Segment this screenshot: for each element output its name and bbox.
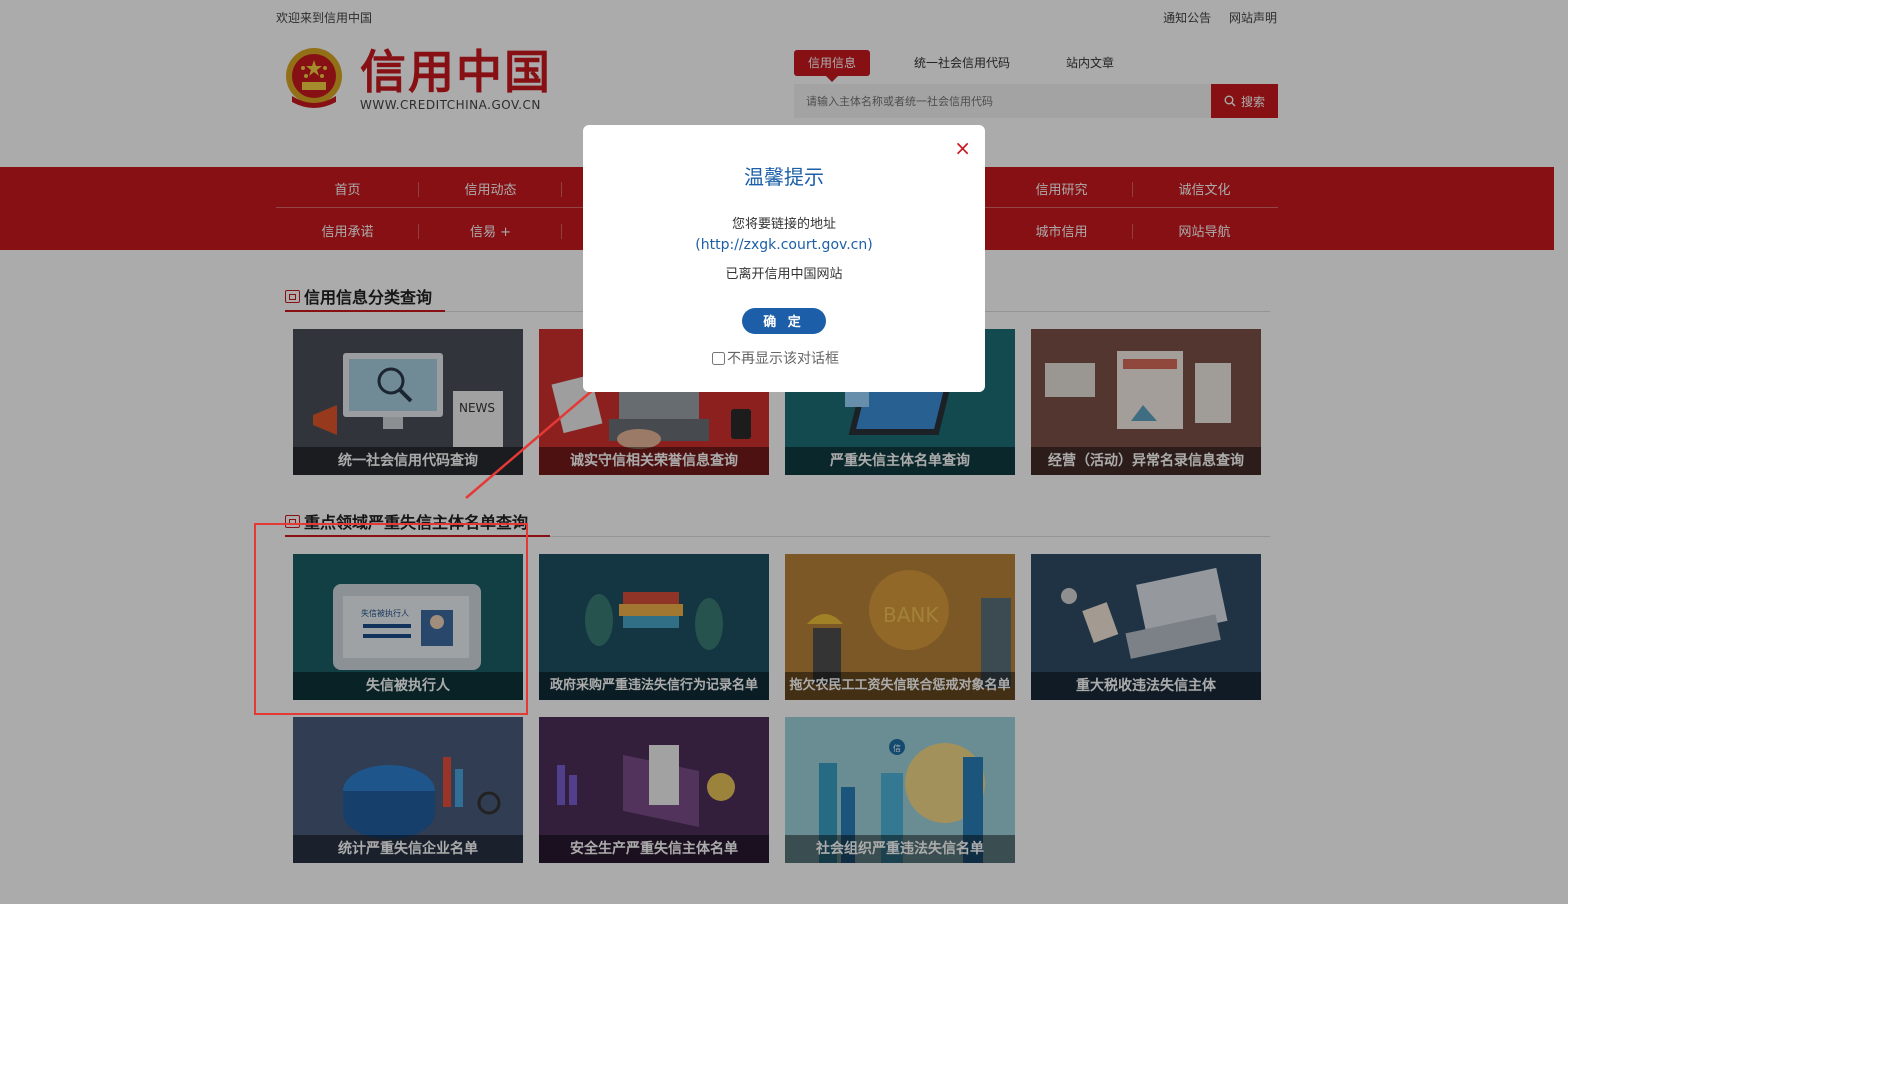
confirm-button[interactable]: 确 定 — [742, 308, 826, 334]
dialog-title: 温馨提示 — [744, 165, 824, 189]
dialog-target-url[interactable]: (http://zxgk.court.gov.cn) — [583, 237, 985, 253]
close-icon[interactable]: × — [954, 135, 971, 161]
dialog-message-line1: 您将要链接的地址 — [731, 217, 836, 232]
link-warning-dialog: × 温馨提示 您将要链接的地址 (http://zxgk.court.gov.c… — [583, 125, 985, 392]
dialog-message-line2: 已离开信用中国网站 — [725, 267, 843, 282]
dont-show-again-checkbox[interactable] — [712, 351, 725, 365]
dont-show-again-option[interactable]: 不再显示该对话框 — [712, 348, 839, 368]
dont-show-again-label: 不再显示该对话框 — [727, 351, 839, 367]
